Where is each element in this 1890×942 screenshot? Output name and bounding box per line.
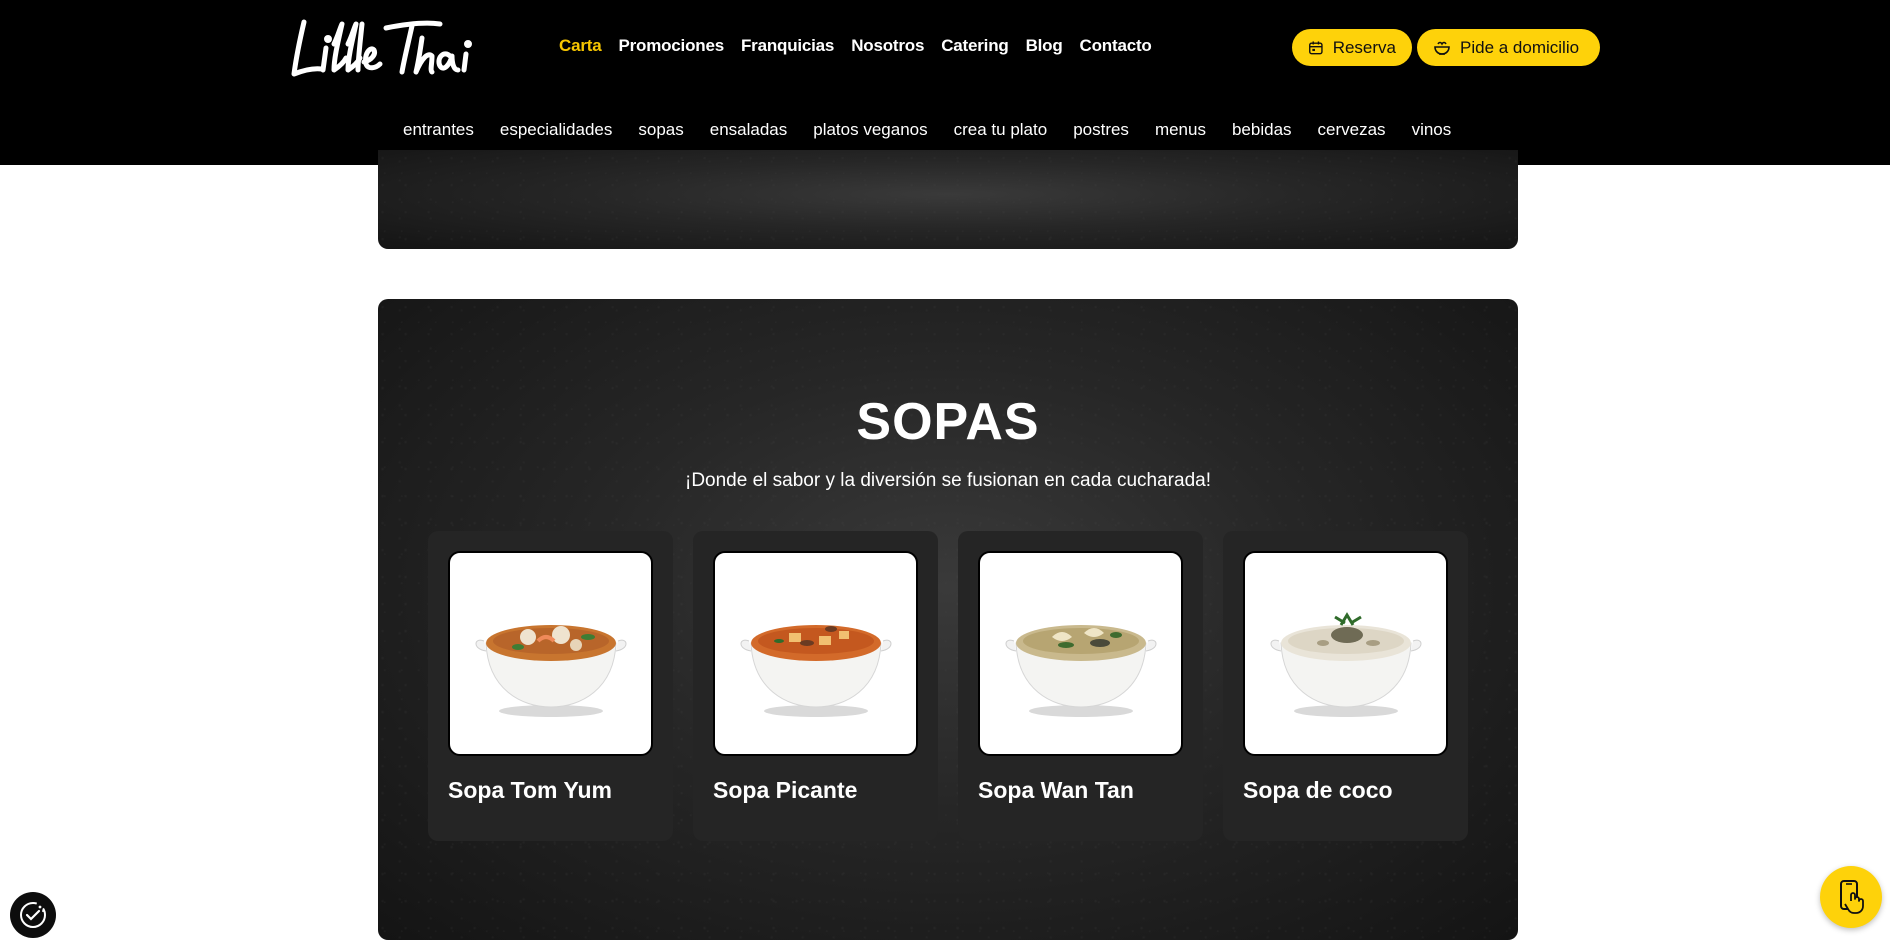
tom-yum-soup-bowl <box>475 624 626 717</box>
category-menus[interactable]: menus <box>1155 120 1206 140</box>
main-navigation: Carta Promociones Franquicias Nosotros C… <box>559 36 1152 56</box>
category-crea-tu-plato[interactable]: crea tu plato <box>954 120 1048 140</box>
nav-catering[interactable]: Catering <box>941 36 1009 56</box>
coconut-soup-bowl <box>1270 611 1421 717</box>
panel-texture <box>378 150 1518 249</box>
product-image[interactable] <box>1243 551 1448 756</box>
product-image[interactable] <box>713 551 918 756</box>
reserva-label: Reserva <box>1332 37 1396 57</box>
category-bebidas[interactable]: bebidas <box>1232 120 1292 140</box>
nav-blog[interactable]: Blog <box>1026 36 1063 56</box>
product-card[interactable]: Sopa Picante <box>693 531 938 841</box>
product-name[interactable]: Sopa Picante <box>713 777 857 804</box>
sopas-section: SOPAS ¡Donde el sabor y la diversión se … <box>378 299 1518 940</box>
product-image[interactable] <box>448 551 653 756</box>
section-title: SOPAS <box>856 393 1040 451</box>
previous-section-panel <box>378 150 1518 249</box>
nav-contacto[interactable]: Contacto <box>1080 36 1152 56</box>
nav-nosotros[interactable]: Nosotros <box>851 36 924 56</box>
nav-carta[interactable]: Carta <box>559 36 602 56</box>
category-vinos[interactable]: vinos <box>1412 120 1452 140</box>
mobile-app-button[interactable] <box>1820 866 1882 928</box>
section-subtitle: ¡Donde el sabor y la diversión se fusion… <box>685 470 1211 491</box>
product-name[interactable]: Sopa de coco <box>1243 777 1393 804</box>
category-especialidades[interactable]: especialidades <box>500 120 612 140</box>
bowl-icon <box>1434 41 1450 55</box>
cookie-consent-icon <box>20 902 46 928</box>
calendar-icon <box>1309 40 1323 54</box>
reserva-button[interactable]: Reserva <box>1292 29 1412 66</box>
pide-a-domicilio-button[interactable]: Pide a domicilio <box>1417 29 1600 66</box>
wonton-soup-bowl <box>1005 624 1156 717</box>
domicilio-label: Pide a domicilio <box>1460 37 1580 57</box>
nav-promociones[interactable]: Promociones <box>618 36 724 56</box>
category-entrantes[interactable]: entrantes <box>403 120 474 140</box>
category-ensaladas[interactable]: ensaladas <box>710 120 788 140</box>
product-image[interactable] <box>978 551 1183 756</box>
mobile-app-icon <box>1840 880 1864 914</box>
nav-franquicias[interactable]: Franquicias <box>741 36 834 56</box>
product-card[interactable]: Sopa de coco <box>1223 531 1468 841</box>
cookie-consent-button[interactable] <box>10 892 56 938</box>
brand-logo[interactable] <box>290 14 485 86</box>
category-sopas[interactable]: sopas <box>625 120 698 153</box>
product-grid: Sopa Tom Yum Sopa Picante Sopa Wan Tan S… <box>428 531 1468 841</box>
product-card[interactable]: Sopa Wan Tan <box>958 531 1203 841</box>
category-platos-veganos[interactable]: platos veganos <box>813 120 927 140</box>
category-postres[interactable]: postres <box>1073 120 1129 140</box>
product-card[interactable]: Sopa Tom Yum <box>428 531 673 841</box>
product-name[interactable]: Sopa Wan Tan <box>978 777 1134 804</box>
category-cervezas[interactable]: cervezas <box>1318 120 1386 140</box>
logo-wordmark <box>291 19 472 77</box>
product-name[interactable]: Sopa Tom Yum <box>448 777 612 804</box>
spicy-soup-bowl <box>740 624 891 717</box>
site-header: Carta Promociones Franquicias Nosotros C… <box>0 0 1890 165</box>
menu-category-nav: entrantes especialidades sopas ensaladas… <box>403 120 1452 153</box>
